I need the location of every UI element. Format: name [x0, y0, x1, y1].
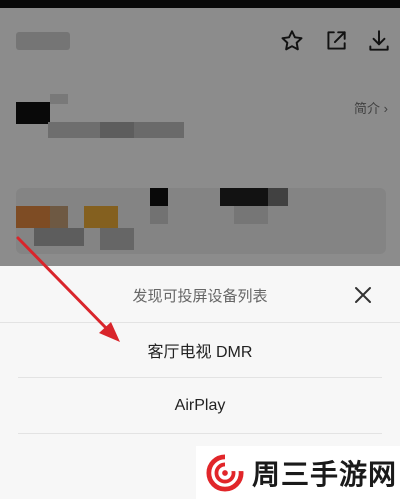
sheet-header: 发现可投屏设备列表	[0, 266, 400, 322]
watermark-text: 周三手游网	[252, 457, 398, 491]
close-button[interactable]	[348, 280, 378, 310]
close-icon	[355, 287, 371, 303]
device-label: AirPlay	[174, 397, 226, 414]
device-label: 客厅电视 DMR	[147, 344, 253, 361]
watermark-logo-icon	[206, 453, 244, 492]
watermark: 周三手游网	[196, 446, 400, 499]
sheet-title: 发现可投屏设备列表	[132, 288, 268, 305]
device-item-living-room-tv[interactable]: 客厅电视 DMR	[18, 322, 382, 378]
divider	[18, 433, 382, 434]
device-item-airplay[interactable]: AirPlay	[18, 378, 382, 434]
